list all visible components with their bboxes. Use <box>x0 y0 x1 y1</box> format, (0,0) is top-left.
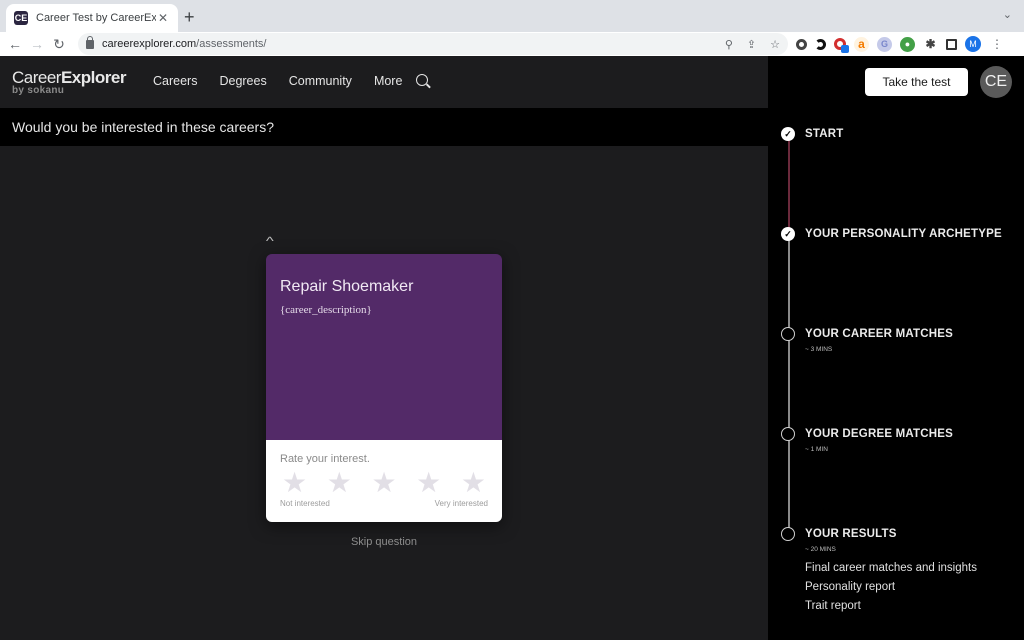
zoom-search-icon[interactable]: ⚲ <box>725 38 733 51</box>
nav-careers[interactable]: Careers <box>153 74 197 88</box>
main-content: CareerExplorer by sokanu Careers Degrees… <box>0 56 768 640</box>
progress-sidebar: Take the test CE ✓ START ✓ YOUR PERSONAL… <box>768 56 1024 640</box>
star-icon-5[interactable]: ★ <box>461 469 486 497</box>
search-icon[interactable] <box>416 74 428 86</box>
browser-menu-icon[interactable]: ⋮ <box>991 37 1003 51</box>
new-tab-button[interactable]: + <box>184 8 195 26</box>
step-time: ~ 1 MIN <box>805 446 828 453</box>
user-avatar[interactable]: CE <box>980 66 1012 98</box>
site-nav: Careers Degrees Community More <box>153 74 402 88</box>
url-host: careerexplorer.com <box>102 38 197 50</box>
logo-subtitle: by sokanu <box>12 85 65 96</box>
site-favicon-icon: CE <box>14 11 28 25</box>
close-tab-icon[interactable]: ✕ <box>156 11 170 25</box>
extension-icon-2[interactable] <box>815 38 826 50</box>
rating-high-label: Very interested <box>434 499 488 508</box>
extension-icon-green[interactable]: ● <box>900 36 915 52</box>
step-title: YOUR CAREER MATCHES <box>805 328 953 340</box>
timeline-line-pending <box>788 240 790 530</box>
take-the-test-button[interactable]: Take the test <box>865 68 968 96</box>
step-title: START <box>805 128 844 140</box>
question-bar: Would you be interested in these careers… <box>0 108 768 146</box>
step-time: ~ 20 MINS <box>805 546 836 553</box>
star-icon-3[interactable]: ★ <box>371 469 396 497</box>
browser-tab-bar: CE Career Test by CareerExplorer ✕ + ⌄ <box>0 0 1024 32</box>
step-results: YOUR RESULTS ~ 20 MINS Final career matc… <box>781 527 977 616</box>
browser-tab[interactable]: CE Career Test by CareerExplorer ✕ <box>6 4 178 32</box>
nav-degrees[interactable]: Degrees <box>219 74 266 88</box>
bookmark-star-icon[interactable]: ☆ <box>770 38 780 51</box>
star-rating: ★ ★ ★ ★ ★ <box>280 469 488 497</box>
step-time: ~ 3 MINS <box>805 346 833 353</box>
url-path: /assessments/ <box>196 38 267 50</box>
step-title: YOUR RESULTS <box>805 528 897 540</box>
result-item: Final career matches and insights <box>805 562 977 574</box>
step-degree-matches: YOUR DEGREE MATCHES ~ 1 MIN <box>781 427 953 453</box>
extension-icon-grammarly[interactable]: G <box>877 36 892 52</box>
step-title: YOUR DEGREE MATCHES <box>805 428 953 440</box>
career-card: Repair Shoemaker {career_description} Ra… <box>266 254 502 522</box>
star-icon-2[interactable]: ★ <box>327 469 352 497</box>
skip-question-link[interactable]: Skip question <box>266 536 502 548</box>
step-start: ✓ START <box>781 127 843 141</box>
browser-toolbar: ← → ↻ careerexplorer.com/assessments/ ⚲ … <box>0 32 1024 56</box>
rating-panel: Rate your interest. ★ ★ ★ ★ ★ Not intere… <box>266 440 502 522</box>
extension-icon-opera[interactable] <box>834 38 849 53</box>
step-personality-archetype: ✓ YOUR PERSONALITY ARCHETYPE <box>781 227 1002 241</box>
step-career-matches: YOUR CAREER MATCHES ~ 3 MINS <box>781 327 953 353</box>
sidepanel-icon[interactable] <box>946 38 957 50</box>
career-title: Repair Shoemaker <box>280 278 414 295</box>
lock-icon <box>86 35 94 49</box>
step-title: YOUR PERSONALITY ARCHETYPE <box>805 228 1002 240</box>
empty-circle-icon <box>781 527 795 541</box>
page: CareerExplorer by sokanu Careers Degrees… <box>0 56 1024 640</box>
tab-title: Career Test by CareerExplorer <box>36 12 156 24</box>
empty-circle-icon <box>781 427 795 441</box>
extension-icon-1[interactable] <box>796 38 807 50</box>
share-icon[interactable]: ⇪ <box>747 38 756 51</box>
nav-community[interactable]: Community <box>289 74 352 88</box>
chevron-up-icon[interactable]: ^ <box>266 234 274 248</box>
star-icon-1[interactable]: ★ <box>282 469 307 497</box>
reload-button[interactable]: ↻ <box>48 36 70 53</box>
forward-button[interactable]: → <box>26 36 48 52</box>
career-card-header: Repair Shoemaker {career_description} <box>266 254 502 440</box>
address-bar[interactable]: careerexplorer.com/assessments/ ⚲ ⇪ ☆ <box>78 33 788 55</box>
extensions-area: a G ● ✱ M ⋮ <box>796 36 1003 53</box>
empty-circle-icon <box>781 327 795 341</box>
result-item: Personality report <box>805 581 896 593</box>
star-icon-4[interactable]: ★ <box>416 469 441 497</box>
site-logo[interactable]: CareerExplorer by sokanu <box>12 69 126 96</box>
career-description: {career_description} <box>280 304 372 316</box>
logo-text-b: Explorer <box>60 68 126 87</box>
check-circle-icon: ✓ <box>781 227 795 241</box>
puzzle-icon[interactable]: ✱ <box>923 37 938 52</box>
result-item: Trait report <box>805 600 861 612</box>
nav-more[interactable]: More <box>374 74 402 88</box>
site-header: CareerExplorer by sokanu Careers Degrees… <box>0 56 768 108</box>
extension-icon-amazon[interactable]: a <box>854 36 869 52</box>
rating-label: Rate your interest. <box>280 453 370 465</box>
tab-search-chevron-icon[interactable]: ⌄ <box>1003 8 1012 21</box>
check-circle-icon: ✓ <box>781 127 795 141</box>
profile-avatar[interactable]: M <box>965 36 981 52</box>
timeline-line-completed <box>788 140 790 234</box>
back-button[interactable]: ← <box>4 36 26 52</box>
rating-low-label: Not interested <box>280 499 330 508</box>
question-text: Would you be interested in these careers… <box>12 119 275 135</box>
